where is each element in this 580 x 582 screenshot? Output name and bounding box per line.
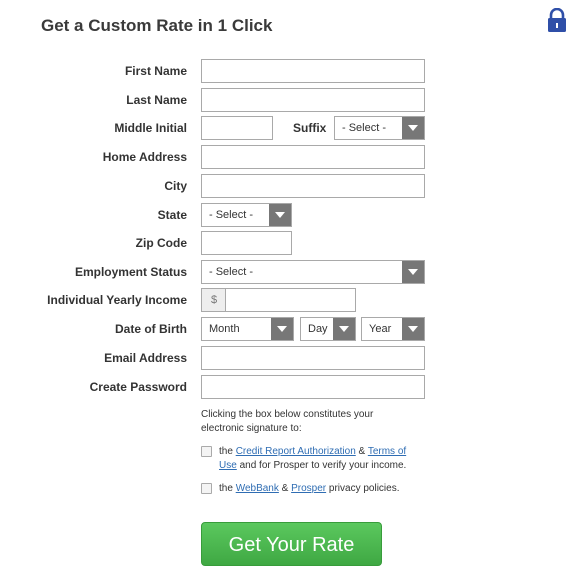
page-title: Get a Custom Rate in 1 Click bbox=[41, 16, 273, 35]
first-name-label: First Name bbox=[124, 64, 187, 78]
home-address-input[interactable] bbox=[201, 145, 425, 169]
chevron-down-icon bbox=[269, 204, 291, 226]
dob-row: Date of Birth Month Day Year bbox=[0, 317, 580, 341]
city-row: City bbox=[0, 174, 580, 198]
income-label: Individual Yearly Income bbox=[47, 293, 187, 307]
last-name-input[interactable] bbox=[201, 88, 425, 112]
consent-text-privacy: the WebBank & Prosper privacy policies. bbox=[219, 483, 400, 494]
email-input[interactable] bbox=[201, 346, 425, 370]
state-select-value: - Select - bbox=[209, 209, 254, 221]
consent-checkbox-privacy[interactable] bbox=[201, 483, 212, 494]
state-select[interactable]: - Select - bbox=[201, 203, 292, 227]
income-input[interactable] bbox=[225, 288, 356, 312]
currency-prefix: $ bbox=[201, 288, 226, 312]
chevron-down-icon bbox=[402, 117, 424, 139]
city-input[interactable] bbox=[201, 174, 425, 198]
lock-icon bbox=[548, 8, 566, 32]
get-your-rate-button[interactable]: Get Your Rate bbox=[201, 522, 382, 566]
suffix-label: Suffix bbox=[293, 121, 327, 135]
first-name-row: First Name bbox=[0, 59, 580, 83]
dob-month-select[interactable]: Month bbox=[201, 317, 294, 341]
email-label: Email Address bbox=[104, 351, 187, 365]
dob-label: Date of Birth bbox=[115, 322, 187, 336]
employment-label: Employment Status bbox=[74, 265, 187, 279]
chevron-down-icon bbox=[402, 261, 424, 283]
middle-initial-label: Middle Initial bbox=[114, 121, 187, 135]
suffix-select-value: - Select - bbox=[342, 122, 387, 134]
prosper-link[interactable]: Prosper bbox=[291, 483, 326, 494]
first-name-input[interactable] bbox=[201, 59, 425, 83]
password-label: Create Password bbox=[89, 380, 187, 394]
income-row: Individual Yearly Income $ bbox=[0, 288, 580, 312]
email-row: Email Address bbox=[0, 346, 580, 370]
consent-checkbox-credit[interactable] bbox=[201, 446, 212, 457]
city-label: City bbox=[164, 179, 187, 193]
chevron-down-icon bbox=[271, 318, 293, 340]
state-label: State bbox=[157, 208, 187, 222]
zip-input[interactable] bbox=[201, 231, 292, 255]
suffix-select[interactable]: - Select - bbox=[334, 116, 425, 140]
home-address-row: Home Address bbox=[0, 145, 580, 169]
dob-day-value: Day bbox=[308, 323, 328, 335]
middle-initial-input[interactable] bbox=[201, 116, 273, 140]
zip-row: Zip Code bbox=[0, 231, 580, 255]
dob-month-value: Month bbox=[209, 323, 240, 335]
chevron-down-icon bbox=[333, 318, 355, 340]
password-row: Create Password bbox=[0, 375, 580, 399]
consent-text-credit: the Credit Report Authorization & Terms … bbox=[219, 446, 407, 471]
consent-intro: Clicking the box below constitutes your … bbox=[201, 409, 374, 434]
dob-year-select[interactable]: Year bbox=[361, 317, 425, 341]
chevron-down-icon bbox=[402, 318, 424, 340]
webbank-link[interactable]: WebBank bbox=[236, 483, 279, 494]
password-input[interactable] bbox=[201, 375, 425, 399]
zip-label: Zip Code bbox=[135, 236, 187, 250]
dob-year-value: Year bbox=[369, 323, 392, 335]
last-name-label: Last Name bbox=[126, 93, 187, 107]
middle-suffix-row: Middle Initial Suffix - Select - bbox=[0, 116, 580, 140]
home-address-label: Home Address bbox=[102, 150, 187, 164]
employment-select[interactable]: - Select - bbox=[201, 260, 425, 284]
employment-row: Employment Status - Select - bbox=[0, 260, 580, 284]
employment-select-value: - Select - bbox=[209, 266, 254, 278]
credit-report-authorization-link[interactable]: Credit Report Authorization bbox=[236, 446, 356, 457]
last-name-row: Last Name bbox=[0, 88, 580, 112]
dob-day-select[interactable]: Day bbox=[300, 317, 356, 341]
state-row: State - Select - bbox=[0, 203, 580, 227]
